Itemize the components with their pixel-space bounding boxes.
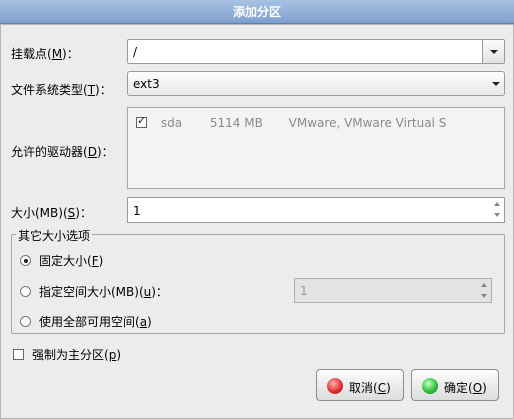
drives-label: 允许的驱动器(D)： [11,145,114,159]
spin-up-icon[interactable] [481,283,487,287]
fs-type-label: 文件系统类型(T)： [11,83,112,97]
fill-space-radio[interactable]: 使用全部可用空间(a) [20,313,152,330]
size-label: 大小(MB)(S)： [11,206,92,220]
mount-point-input[interactable]: / [133,45,137,59]
size-input[interactable]: 1 [133,204,141,218]
force-primary-checkbox-row[interactable]: 强制为主分区(p) [13,346,121,363]
drive-model: VMware, VMware Virtual S [288,116,447,130]
dialog-title: 添加分区 [232,5,281,19]
ok-button[interactable]: 确定(O) [411,369,499,401]
up-to-size-spinner-buttons[interactable] [479,279,491,302]
cancel-button[interactable]: 取消(C) [316,369,404,401]
radio-unselected-icon[interactable] [20,316,31,327]
mount-point-label: 挂载点(M)： [11,47,79,61]
mount-point-combo[interactable]: / [127,39,505,64]
ok-icon [422,378,438,394]
size-options-title: 其它大小选项 [16,227,93,244]
size-spinner-buttons[interactable] [492,198,504,222]
up-to-size-spinner[interactable]: 1 [294,278,492,303]
dialog-title-bar: 添加分区 [0,0,514,24]
drive-size: 5114 MB [209,116,263,130]
chevron-down-icon [490,50,498,54]
drive-name: sda [160,116,183,130]
ok-button-label: 确定(O) [444,381,487,395]
chevron-down-icon [492,82,500,86]
size-spinner[interactable]: 1 [127,197,505,223]
drive-checkbox[interactable] [136,114,147,128]
mount-point-dropdown-button[interactable] [482,40,504,63]
up-to-size-input[interactable]: 1 [300,284,308,298]
fixed-size-radio[interactable]: 固定大小(F) [20,252,103,269]
spin-up-icon[interactable] [494,202,500,206]
spin-down-icon[interactable] [494,213,500,217]
up-to-size-radio[interactable]: 指定空间大小(MB)(u)： [20,283,168,300]
fs-type-value: ext3 [133,77,160,91]
force-primary-checkbox[interactable] [13,349,24,360]
radio-unselected-icon[interactable] [20,286,31,297]
spin-down-icon[interactable] [481,294,487,298]
fs-type-select[interactable]: ext3 [127,71,505,96]
size-options-group: 其它大小选项 固定大小(F) 指定空间大小(MB)(u)： 1 使用全部可用空间… [11,227,505,334]
drives-list[interactable]: sda 5114 MB VMware, VMware Virtual S [127,107,505,189]
cancel-icon [327,378,343,394]
add-partition-dialog: 挂载点(M)： / 文件系统类型(T)： ext3 允许的驱动器(D)： sda… [0,24,514,419]
radio-selected-icon[interactable] [20,255,31,266]
list-item[interactable]: sda 5114 MB VMware, VMware Virtual S [136,114,447,130]
cancel-button-label: 取消(C) [349,381,391,395]
